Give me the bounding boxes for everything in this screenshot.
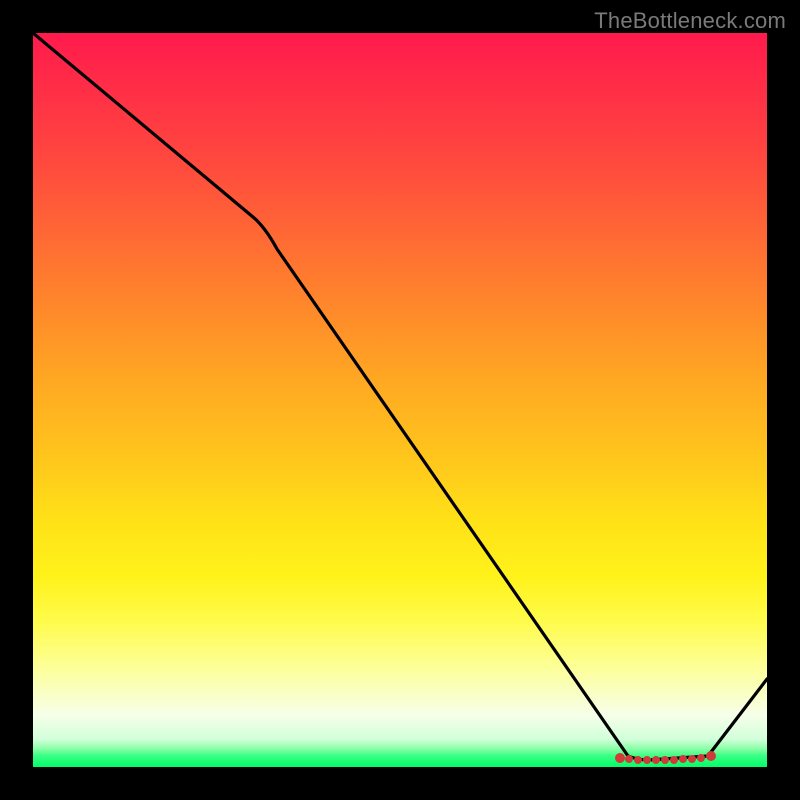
bottom-dot-group [615,751,716,764]
dot-icon [643,756,651,764]
plot-area [33,33,767,767]
chart-frame: TheBottleneck.com [0,0,800,800]
dot-icon [670,756,678,764]
dot-icon [661,756,669,764]
dot-icon [688,755,696,763]
dot-icon [615,753,625,763]
watermark-text: TheBottleneck.com [594,8,786,34]
dot-icon [634,756,642,764]
dot-icon [652,756,660,764]
curve-layer [33,33,767,767]
dot-icon [706,751,716,761]
main-curve [33,33,767,760]
dot-icon [679,755,687,763]
dot-icon [697,754,705,762]
dot-icon [625,755,633,763]
